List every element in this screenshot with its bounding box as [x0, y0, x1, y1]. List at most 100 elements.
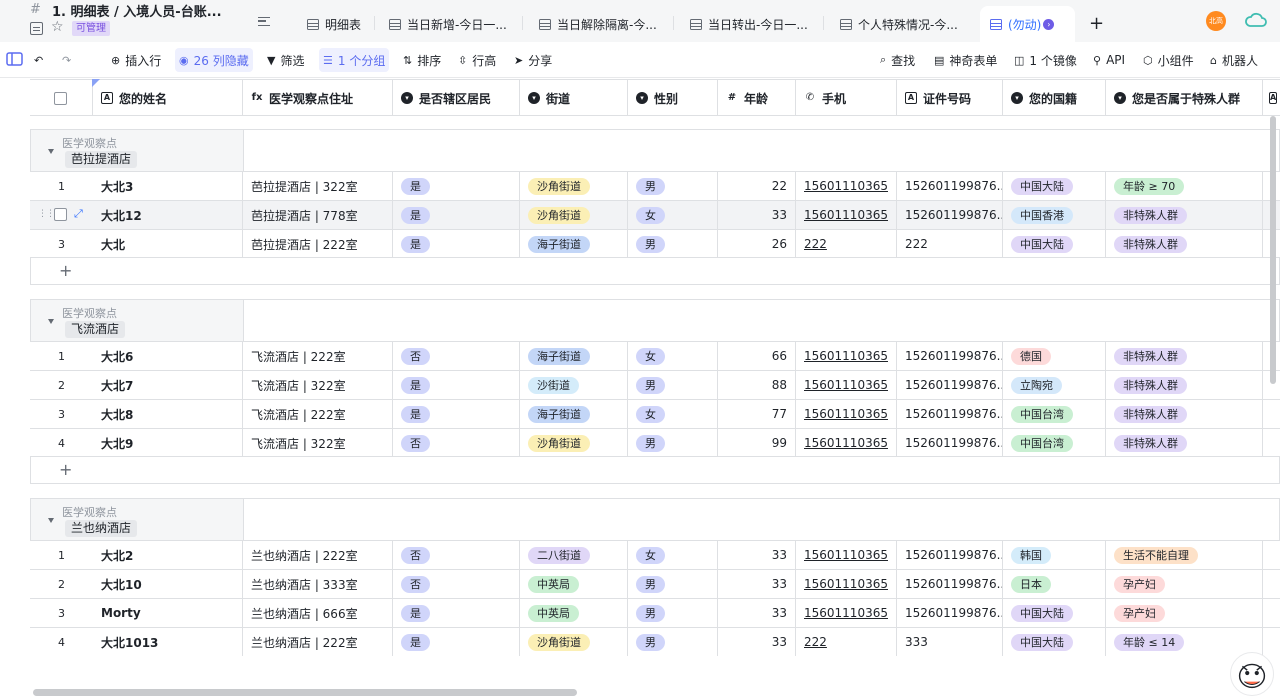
phone-link[interactable]: 15601110365 — [804, 577, 888, 591]
phone-link[interactable]: 15601110365 — [804, 378, 888, 392]
cell-name[interactable]: 大北2 — [93, 541, 243, 569]
cell-id-number[interactable]: 152601199876... — [897, 201, 1003, 229]
cell-nationality[interactable]: 中国大陆 — [1003, 172, 1106, 200]
tab-do-not-touch[interactable]: (勿动) › — [980, 6, 1075, 42]
cell-id-number[interactable]: 152601199876... — [897, 172, 1003, 200]
cell-name[interactable]: 大北10 — [93, 570, 243, 598]
cell-name[interactable]: 大北6 — [93, 342, 243, 370]
cell-nationality[interactable]: 中国大陆 — [1003, 628, 1106, 656]
column-header-id-number[interactable]: A 证件号码 — [897, 80, 1003, 116]
cell-name[interactable]: 大北 — [93, 230, 243, 258]
cell-address[interactable]: 兰也纳酒店 | 222室 — [243, 541, 393, 569]
cell-address[interactable]: 芭拉提酒店 | 222室 — [243, 230, 393, 258]
cell-name[interactable]: 大北9 — [93, 429, 243, 457]
cell-address[interactable]: 兰也纳酒店 | 333室 — [243, 570, 393, 598]
cell-special[interactable]: 非特殊人群 — [1106, 201, 1263, 229]
cell-special[interactable]: 孕产妇 — [1106, 599, 1263, 627]
tab-daily-new[interactable]: 当日新增-今日一... — [389, 9, 507, 39]
sort-button[interactable]: ⇅ 排序 — [399, 48, 445, 72]
cell-name[interactable]: 大北1013 — [93, 628, 243, 656]
cell-resident[interactable]: 否 — [393, 342, 520, 370]
cell-nationality[interactable]: 中国台湾 — [1003, 429, 1106, 457]
phone-link[interactable]: 15601110365 — [804, 179, 888, 193]
filter-button[interactable]: ▼ 筛选 — [263, 48, 308, 72]
column-header-gender[interactable]: ▾ 性别 — [628, 80, 718, 116]
select-all-checkbox[interactable] — [54, 91, 67, 105]
cell-age[interactable]: 33 — [718, 570, 796, 598]
cell-age[interactable]: 33 — [718, 201, 796, 229]
cell-gender[interactable]: 女 — [628, 342, 718, 370]
cell-special[interactable]: 年龄 ≥ 70 — [1106, 172, 1263, 200]
tab-special-cases[interactable]: 个人特殊情况-今... — [840, 9, 958, 39]
cell-name[interactable]: 大北3 — [93, 172, 243, 200]
cell-phone[interactable]: 15601110365 — [796, 172, 897, 200]
cell-age[interactable]: 33 — [718, 541, 796, 569]
cell-street[interactable]: 中英局 — [520, 570, 628, 598]
cell-age[interactable]: 88 — [718, 371, 796, 399]
cell-special[interactable]: 生活不能自理 — [1106, 541, 1263, 569]
cell-id-number[interactable]: 152601199876... — [897, 570, 1003, 598]
add-tab-button[interactable]: + — [1089, 13, 1104, 34]
cell-name[interactable]: 大北8 — [93, 400, 243, 428]
cell-gender[interactable]: 男 — [628, 628, 718, 656]
cell-address[interactable]: 兰也纳酒店 | 222室 — [243, 628, 393, 656]
cell-nationality[interactable]: 中国台湾 — [1003, 400, 1106, 428]
cell-resident[interactable]: 是 — [393, 400, 520, 428]
column-header-special[interactable]: ▾ 您是否属于特殊人群 — [1106, 80, 1263, 116]
table-row[interactable]: ⋮⋮ ⤢ 大北12 芭拉提酒店 | 778室 是 沙角街道 女 33 15601… — [30, 200, 1280, 229]
api-button[interactable]: ⚲ API — [1089, 48, 1129, 72]
share-button[interactable]: ➤ 分享 — [510, 48, 556, 72]
table-row[interactable]: 1 大北6 飞流酒店 | 222室 否 海子街道 女 66 1560111036… — [30, 341, 1280, 370]
table-row[interactable]: 3 Morty 兰也纳酒店 | 666室 是 中英局 男 33 15601110… — [30, 598, 1280, 627]
table-row[interactable]: 2 大北7 飞流酒店 | 322室 是 沙街道 男 88 15601110365… — [30, 370, 1280, 399]
hidden-columns-button[interactable]: ◉ 26 列隐藏 — [175, 48, 253, 72]
column-header-phone[interactable]: ✆ 手机 — [796, 80, 897, 116]
column-header-nationality[interactable]: ▾ 您的国籍 — [1003, 80, 1106, 116]
doc-title[interactable]: 1. 明细表 / 入境人员-台账... — [52, 1, 222, 20]
undo-icon[interactable]: ↶ — [30, 48, 52, 72]
cell-gender[interactable]: 女 — [628, 400, 718, 428]
cell-gender[interactable]: 男 — [628, 570, 718, 598]
cell-resident[interactable]: 否 — [393, 541, 520, 569]
cell-age[interactable]: 26 — [718, 230, 796, 258]
cell-name[interactable]: 大北7 — [93, 371, 243, 399]
horizontal-scrollbar[interactable] — [33, 689, 577, 696]
add-row-button[interactable]: + — [30, 456, 1280, 484]
cell-nationality[interactable]: 中国大陆 — [1003, 599, 1106, 627]
cell-street[interactable]: 沙角街道 — [520, 172, 628, 200]
group-button[interactable]: ☰ 1 个分组 — [319, 48, 390, 72]
cell-id-number[interactable]: 333 — [897, 628, 1003, 656]
row-checkbox[interactable] — [54, 208, 67, 221]
select-all-cell[interactable] — [30, 80, 93, 116]
cell-age[interactable]: 99 — [718, 429, 796, 457]
insert-row-button[interactable]: ⊕ 插入行 — [107, 48, 165, 72]
expand-record-icon[interactable]: ⤢ — [74, 207, 83, 221]
column-header-street[interactable]: ▾ 街道 — [520, 80, 628, 116]
cell-phone[interactable]: 222 — [796, 230, 897, 258]
cell-age[interactable]: 33 — [718, 599, 796, 627]
cell-phone[interactable]: 15601110365 — [796, 599, 897, 627]
cell-id-number[interactable]: 222 — [897, 230, 1003, 258]
avatar[interactable]: 北高 — [1206, 11, 1226, 31]
doc-info-icon[interactable] — [30, 22, 43, 35]
tab-more-icon[interactable]: › — [1043, 18, 1055, 30]
cell-special[interactable]: 非特殊人群 — [1106, 371, 1263, 399]
cell-age[interactable]: 66 — [718, 342, 796, 370]
star-icon[interactable]: ☆ — [51, 19, 64, 35]
column-header-name[interactable]: A 您的姓名 — [93, 80, 243, 116]
assistant-mascot-icon[interactable] — [1230, 652, 1274, 696]
cell-id-number[interactable]: 152601199876... — [897, 599, 1003, 627]
cell-resident[interactable]: 是 — [393, 230, 520, 258]
cell-nationality[interactable]: 立陶宛 — [1003, 371, 1106, 399]
cell-address[interactable]: 飞流酒店 | 222室 — [243, 342, 393, 370]
cell-address[interactable]: 芭拉提酒店 | 322室 — [243, 172, 393, 200]
cell-age[interactable]: 33 — [718, 628, 796, 656]
table-row[interactable]: 3 大北8 飞流酒店 | 222室 是 海子街道 女 77 1560111036… — [30, 399, 1280, 428]
cell-nationality[interactable]: 韩国 — [1003, 541, 1106, 569]
collapse-caret-icon[interactable] — [48, 319, 54, 324]
cell-special[interactable]: 孕产妇 — [1106, 570, 1263, 598]
collapse-caret-icon[interactable] — [48, 149, 54, 154]
phone-link[interactable]: 15601110365 — [804, 606, 888, 620]
cell-special[interactable]: 非特殊人群 — [1106, 342, 1263, 370]
magic-form-button[interactable]: ▤ 神奇表单 — [930, 48, 1001, 72]
